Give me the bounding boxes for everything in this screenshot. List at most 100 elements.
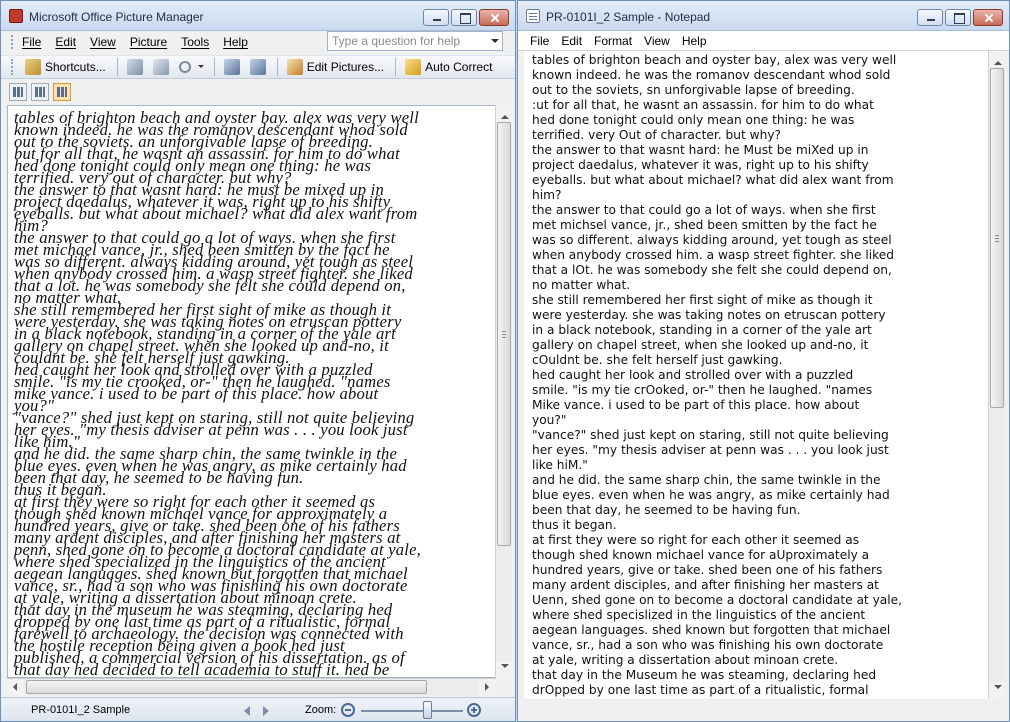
menu-picture[interactable]: Picture xyxy=(123,33,174,51)
document-line: that day in the Museum he was steaming, … xyxy=(532,668,877,682)
menu-edit[interactable]: Edit xyxy=(48,33,83,51)
scroll-up-icon[interactable] xyxy=(496,105,512,122)
rotate-right-button[interactable] xyxy=(246,57,270,77)
zoom-in-icon[interactable] xyxy=(467,703,481,717)
copy-button[interactable] xyxy=(149,57,173,77)
menu-help[interactable]: Help xyxy=(676,33,713,49)
vertical-scrollbar[interactable] xyxy=(988,51,1005,699)
thumbnail-view-icon[interactable] xyxy=(9,83,27,101)
menu-file[interactable]: File xyxy=(524,33,555,49)
document-line: thus it began. xyxy=(532,518,617,532)
previous-picture-icon[interactable] xyxy=(239,706,250,716)
shortcuts-icon xyxy=(25,59,41,75)
document-line: her eyes. "my thesis adviser at penn was… xyxy=(14,420,408,439)
document-line: known indeed. he was the romanov descend… xyxy=(532,68,891,82)
scroll-left-icon[interactable] xyxy=(7,679,24,695)
auto-correct-button[interactable]: Auto Correct xyxy=(401,57,496,77)
filmstrip-view-icon[interactable] xyxy=(31,83,49,101)
single-picture-view-icon[interactable] xyxy=(53,83,71,101)
maximize-button[interactable] xyxy=(451,9,477,26)
toolbar-options-chevron-icon[interactable] xyxy=(197,59,205,75)
import-button[interactable] xyxy=(123,57,147,77)
toolbar-separator xyxy=(395,58,397,76)
document-line: project daedalus, whatever it was, right… xyxy=(532,158,869,172)
document-line: she still remembered her first sight of … xyxy=(532,293,873,307)
document-line: out to the soviets, sn unforgivable laps… xyxy=(532,83,855,97)
edit-pictures-button[interactable]: Edit Pictures... xyxy=(283,57,388,77)
maximize-button[interactable] xyxy=(945,9,971,26)
document-line: tables of brighton beach and oyster bay,… xyxy=(532,53,897,67)
document-line: been that day, he seemed to be having fu… xyxy=(532,503,801,517)
menu-view[interactable]: View xyxy=(638,33,676,49)
document-line: Uenn, shed gone on to become a doctoral … xyxy=(532,593,903,607)
notepad-titlebar[interactable]: PR-0101I_2 Sample - Notepad xyxy=(518,1,1009,31)
document-line: many ardent disciples, and after finishi… xyxy=(532,578,879,592)
minimize-button[interactable] xyxy=(917,9,943,26)
document-line: :ut for all that, he wasnt an assassin. … xyxy=(532,98,874,112)
document-line: gallery on chapel street, when she looke… xyxy=(532,338,869,352)
help-search-placeholder: Type a question for help xyxy=(332,34,461,48)
horizontal-scrollbar[interactable] xyxy=(7,678,496,695)
status-file-name: PR-0101I_2 Sample xyxy=(31,704,131,716)
document-line: eyeballs. but what about michael? what d… xyxy=(532,173,894,187)
caption-buttons xyxy=(421,9,509,26)
text-editor[interactable]: tables of brighton beach and oyster bay,… xyxy=(524,51,988,699)
picture-manager-window: Microsoft Office Picture Manager File Ed… xyxy=(0,0,516,722)
zoom-slider-track[interactable] xyxy=(361,710,463,712)
view-mode-bar xyxy=(1,81,515,103)
document-line: Mike vance. i used to be part of this pl… xyxy=(532,398,860,412)
scroll-thumb[interactable] xyxy=(497,122,511,546)
vertical-scrollbar[interactable] xyxy=(495,105,512,678)
menu-edit[interactable]: Edit xyxy=(555,33,588,49)
document-line: was so different. always kidding around,… xyxy=(532,233,892,247)
toolbar-grip-icon[interactable] xyxy=(11,59,15,75)
horizontal-scroll-thumb[interactable] xyxy=(26,680,427,694)
menu-file[interactable]: File xyxy=(15,33,48,51)
document-line: hed caught her look and strolled over wi… xyxy=(532,368,854,382)
zoom-slider-thumb[interactable] xyxy=(423,701,433,719)
close-button[interactable] xyxy=(479,9,509,26)
menu-view[interactable]: View xyxy=(83,33,123,51)
document-line: the answer to that could go a lot of way… xyxy=(532,203,876,217)
window-title: Microsoft Office Picture Manager xyxy=(29,10,204,24)
document-line: drOpped by one last time as part of a ri… xyxy=(532,683,869,697)
next-picture-icon[interactable] xyxy=(263,706,274,716)
chevron-down-icon[interactable] xyxy=(488,32,502,50)
document-line: you?" xyxy=(532,413,567,427)
picture-canvas[interactable]: tables of brighton beach and oyster bay.… xyxy=(7,105,496,678)
notepad-app-icon xyxy=(526,9,540,23)
help-search-input[interactable]: Type a question for help xyxy=(327,31,503,51)
toolbar-separator xyxy=(116,58,118,76)
document-line: the answer to that wasnt hard: he Must b… xyxy=(532,143,869,157)
scroll-up-icon[interactable] xyxy=(989,51,1005,68)
picture-manager-titlebar[interactable]: Microsoft Office Picture Manager xyxy=(1,1,515,31)
shortcuts-button[interactable]: Shortcuts... xyxy=(21,57,110,77)
document-line: that a lOt. he was somebody she felt she… xyxy=(532,263,892,277)
minimize-button[interactable] xyxy=(423,9,449,26)
menu-tools[interactable]: Tools xyxy=(174,33,216,51)
document-line: cOuldnt be. she felt herself just gawkin… xyxy=(532,353,783,367)
standard-toolbar: Shortcuts... Edit Pictures... Auto Corre… xyxy=(1,55,515,79)
toolbar-separator xyxy=(213,58,215,76)
scroll-thumb[interactable] xyxy=(990,68,1004,408)
thumb-grip-icon xyxy=(502,331,506,338)
document-line: terrified. very Out of character. but wh… xyxy=(532,128,782,142)
menu-help[interactable]: Help xyxy=(216,33,255,51)
document-line: where shed specislized in the linguistic… xyxy=(532,608,866,622)
zoom-out-icon[interactable] xyxy=(341,703,355,717)
close-button[interactable] xyxy=(973,9,1003,26)
rotate-left-button[interactable] xyxy=(220,57,244,77)
undo-button[interactable] xyxy=(175,59,195,75)
scroll-down-icon[interactable] xyxy=(496,661,512,678)
scroll-down-icon[interactable] xyxy=(989,682,1005,699)
undo-icon xyxy=(178,61,191,73)
scroll-right-icon[interactable] xyxy=(479,679,496,695)
import-pictures-icon xyxy=(126,59,143,75)
rotate-right-icon xyxy=(249,59,266,75)
auto-correct-label: Auto Correct xyxy=(425,60,493,74)
document-line: smile. "is my tie crOoked, or-" then he … xyxy=(532,383,873,397)
window-title: PR-0101I_2 Sample - Notepad xyxy=(546,10,711,24)
menu-format[interactable]: Format xyxy=(588,33,638,49)
document-line: hundred years, give or take. shed been o… xyxy=(532,563,883,577)
scanned-page-image: tables of brighton beach and oyster bay.… xyxy=(14,109,495,677)
